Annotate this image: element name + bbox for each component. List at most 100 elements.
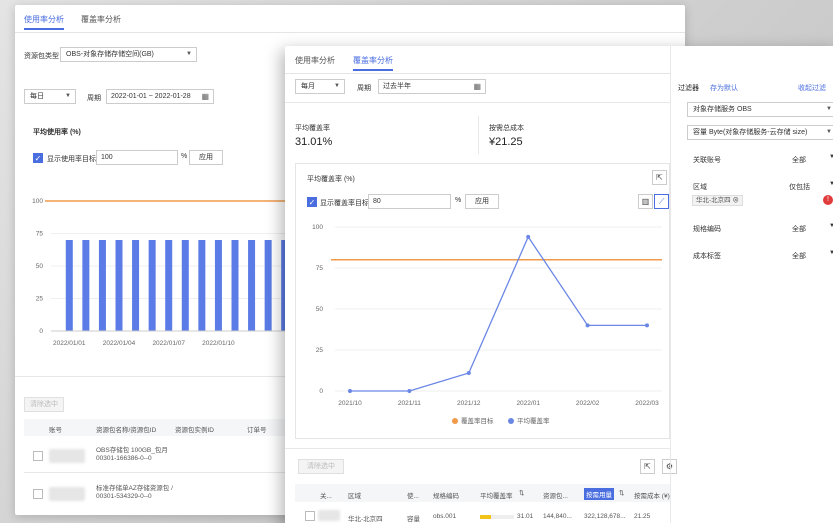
avg-coverage-title: 平均覆盖率: [295, 125, 330, 132]
bar: [264, 240, 272, 331]
redacted-account: [318, 510, 340, 521]
data-point: [466, 370, 471, 375]
region-filter-value[interactable]: 仅包括: [789, 182, 810, 192]
bar: [165, 240, 173, 331]
row-checkbox[interactable]: [305, 511, 315, 521]
y-tick-label: 75: [316, 265, 324, 272]
export-icon[interactable]: ⇱: [640, 459, 655, 474]
show-target-label: 显示覆盖率目标: [320, 200, 369, 207]
y-tick-label: 100: [32, 198, 43, 205]
x-tick-label: 2022/01/10: [202, 340, 235, 347]
usage-bar-chart: 0 25 50 75 100 2022/01/01 2022/01/04 2022/01/07…: [32, 198, 293, 347]
legend-label: 覆盖率目标: [461, 416, 494, 425]
x-tick-label: 2022/02: [576, 400, 600, 407]
y-tick-label: 75: [36, 231, 44, 238]
filter-title: 过滤器: [678, 85, 699, 92]
service-filter-select[interactable]: 对象存储服务 OBS ▼: [687, 102, 833, 117]
region-tag-label: 华北-北京四: [696, 197, 731, 204]
avg-coverage-value: 31.01%: [295, 136, 333, 148]
save-default-link[interactable]: 存为默认: [710, 83, 738, 93]
chevron-down-icon[interactable]: ▼: [829, 250, 833, 256]
y-tick-label: 25: [316, 347, 324, 354]
col-package-name: 资源包名称/资源包ID: [96, 427, 157, 434]
col-spec-code: 规格编码: [433, 493, 459, 500]
coverage-line-chart: 0 25 50 75 100 2021/10 2021/11 2021/12 2022/01 20…: [312, 224, 662, 425]
usage-target-input[interactable]: 100: [96, 150, 178, 165]
col-usage-type: 使...: [407, 493, 419, 500]
filter-divider: [670, 46, 671, 523]
show-target-label: 显示使用率目标: [47, 156, 96, 163]
stat-divider: [478, 116, 479, 154]
data-point: [348, 389, 352, 393]
y-tick-label: 50: [36, 263, 44, 270]
y-tick-label: 25: [36, 296, 44, 303]
chevron-down-icon: ▼: [334, 83, 340, 89]
x-tick-label: 2022/03: [635, 400, 659, 407]
show-target-checkbox[interactable]: ✓: [33, 153, 43, 163]
clear-selection-button[interactable]: 清除选中: [24, 397, 64, 412]
usage-type-filter-select[interactable]: 容量 Byte(对象存储服务-云存储 size) ▼: [687, 125, 833, 140]
analysis-tabs: 使用率分析 覆盖率分析: [285, 46, 670, 74]
x-tick-label: 2022/01/01: [53, 340, 86, 347]
chevron-down-icon[interactable]: ▼: [829, 223, 833, 229]
x-tick-label: 2021/10: [338, 400, 362, 407]
chevron-down-icon[interactable]: ▼: [829, 181, 833, 187]
x-tick-label: 2021/11: [398, 400, 421, 407]
resource-type-select[interactable]: OBS-对象存储存储空间(GB) ▼: [60, 47, 197, 62]
chevron-down-icon: ▼: [826, 106, 832, 112]
linked-account-filter-value[interactable]: 全部: [792, 155, 806, 165]
tab-coverage-analysis[interactable]: 覆盖率分析: [353, 55, 393, 71]
usage-target-value: 100: [101, 154, 113, 161]
spec-filter-value[interactable]: 全部: [792, 224, 806, 234]
section-divider: [285, 102, 670, 103]
row-checkbox[interactable]: [33, 451, 43, 461]
tab-usage-analysis[interactable]: 使用率分析: [295, 55, 335, 66]
period-granularity-select[interactable]: 每日 ▼: [24, 89, 76, 104]
bar: [98, 240, 106, 331]
col-ondemand-usage[interactable]: 按需用量: [584, 488, 614, 500]
show-target-checkbox[interactable]: ✓: [307, 197, 317, 207]
data-point: [526, 234, 531, 239]
period-range-picker[interactable]: 过去半年 ▦: [378, 79, 486, 94]
period-granularity-select[interactable]: 每月 ▼: [295, 79, 345, 94]
line-chart-icon[interactable]: ⟋: [654, 194, 669, 209]
bar: [115, 240, 123, 331]
export-icon[interactable]: ⇱: [652, 170, 667, 185]
calendar-icon: ▦: [473, 82, 481, 91]
bar-chart-icon[interactable]: ▥: [638, 194, 653, 209]
package-id: 00301-534329-0--0: [96, 493, 152, 500]
row-checkbox[interactable]: [33, 489, 43, 499]
clear-selection-button[interactable]: 清除选中: [298, 459, 344, 474]
data-point: [645, 323, 649, 328]
legend-marker: [452, 418, 458, 424]
percent-unit: %: [455, 197, 462, 204]
usage-type-filter-value: 容量 Byte(对象存储服务-云存储 size): [693, 129, 808, 136]
tab-coverage-analysis[interactable]: 覆盖率分析: [81, 14, 121, 25]
remove-tag-icon[interactable]: ⊗: [732, 197, 739, 204]
chevron-down-icon[interactable]: ▼: [829, 154, 833, 160]
y-tick-label: 100: [312, 224, 323, 231]
data-point: [407, 389, 412, 393]
x-tick-label: 2022/01/07: [152, 340, 185, 347]
ondemand-usage-value: 322,128,678...: [584, 513, 626, 520]
coverage-analysis-panel: 使用率分析 覆盖率分析 每月 ▼ 周期 过去半年 ▦ 平均覆盖率 31.01% …: [285, 46, 833, 523]
sort-icon[interactable]: ⇅: [619, 489, 624, 497]
coverage-target-value: 80: [373, 198, 381, 205]
col-instance-id: 资源包实例ID: [175, 427, 214, 434]
tab-usage-analysis[interactable]: 使用率分析: [24, 14, 64, 30]
chevron-down-icon: ▼: [826, 129, 832, 135]
apply-button[interactable]: 应用: [189, 150, 223, 165]
cost-tag-filter-value[interactable]: 全部: [792, 251, 806, 261]
date-range-picker[interactable]: 2022-01-01 ~ 2022-01-28 ▦: [106, 89, 214, 104]
data-point: [585, 323, 590, 328]
package-id: 00301-166386-0--0: [96, 455, 152, 462]
percent-unit: %: [181, 153, 188, 160]
coverage-target-input[interactable]: 80: [368, 194, 451, 209]
sort-icon[interactable]: ⇅: [519, 489, 524, 497]
legend-label: 平均覆盖率: [517, 416, 550, 425]
collapse-filter-link[interactable]: 收起过滤: [798, 83, 826, 93]
y-tick-label: 50: [316, 306, 324, 313]
resource-package-value: 144,840...: [543, 513, 572, 520]
date-range-value: 2022-01-01 ~ 2022-01-28: [111, 93, 191, 100]
apply-button[interactable]: 应用: [465, 194, 499, 209]
